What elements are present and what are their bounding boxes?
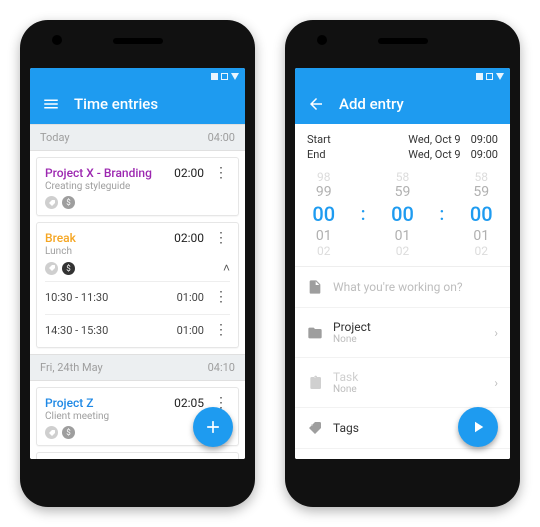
entry-card[interactable]: Super app 01:03 ⋮ Fixing bug #2321 — [36, 452, 239, 459]
section-total: 04:10 — [208, 361, 235, 374]
end-date: Wed, Oct 9 — [408, 148, 460, 161]
screen-left: Time entries Today 04:00 Project X - Bra… — [30, 68, 245, 459]
subentry-range: 14:30 - 15:30 — [45, 324, 108, 337]
description-field[interactable]: What you're working on? — [295, 267, 510, 308]
menu-icon[interactable] — [40, 95, 62, 113]
duration-picker[interactable]: 98 99 00 01 02 : 58 59 00 01 02 : 58 5 — [295, 166, 510, 267]
description-placeholder: What you're working on? — [333, 280, 498, 294]
start-timer-fab[interactable] — [458, 407, 498, 447]
time-range[interactable]: Start Wed, Oct 9 09:00 End Wed, Oct 9 09… — [295, 124, 510, 166]
entry-card[interactable]: Break 02:00 ⋮ Lunch $ ˄ — [36, 222, 239, 348]
task-field: Task None › — [295, 358, 510, 408]
subentry-duration: 01:00 — [177, 324, 204, 337]
screen-right: Add entry Start Wed, Oct 9 09:00 End Wed… — [295, 68, 510, 459]
note-icon — [307, 279, 333, 295]
tag-icon — [307, 420, 333, 436]
entry-title: Break — [45, 231, 76, 245]
page-title: Time entries — [74, 95, 158, 113]
section-label: Today — [40, 131, 70, 144]
task-label: Task — [333, 370, 494, 384]
section-label: Fri, 24th May — [40, 361, 103, 374]
task-value: None — [333, 384, 494, 395]
add-entry-fab[interactable] — [193, 407, 233, 447]
picker-separator: : — [440, 204, 445, 225]
app-bar: Add entry — [295, 84, 510, 124]
section-total: 04:00 — [208, 131, 235, 144]
phone-left: Time entries Today 04:00 Project X - Bra… — [20, 20, 255, 507]
section-header: Today 04:00 — [30, 124, 245, 151]
project-field[interactable]: Project None › — [295, 308, 510, 358]
project-label: Project — [333, 320, 494, 334]
subentry-row[interactable]: 10:30 - 11:30 01:00 ⋮ — [45, 281, 230, 308]
status-icon — [486, 73, 493, 80]
entry-subtitle: Lunch — [45, 246, 230, 257]
status-icon — [496, 73, 504, 80]
status-bar — [295, 68, 510, 84]
status-icon — [231, 73, 239, 80]
picker-separator: : — [361, 204, 366, 225]
status-icon — [211, 73, 218, 80]
entry-title: Project Z — [45, 396, 93, 410]
start-time: 09:00 — [471, 133, 498, 146]
subentry-row[interactable]: 14:30 - 15:30 01:00 ⋮ — [45, 314, 230, 341]
project-value: None — [333, 334, 494, 345]
status-icon — [476, 73, 483, 80]
phone-right: Add entry Start Wed, Oct 9 09:00 End Wed… — [285, 20, 520, 507]
app-bar: Time entries — [30, 84, 245, 124]
collapse-icon[interactable]: ˄ — [223, 261, 230, 275]
seconds-wheel[interactable]: 58 59 00 01 02 — [458, 170, 504, 258]
clipboard-icon — [307, 375, 333, 391]
entry-card[interactable]: Project X - Branding 02:00 ⋮ Creating st… — [36, 157, 239, 216]
more-icon[interactable]: ⋮ — [212, 166, 230, 180]
status-icon — [221, 73, 228, 80]
entry-duration: 02:05 — [174, 396, 204, 410]
minutes-wheel[interactable]: 58 59 00 01 02 — [380, 170, 426, 258]
entry-duration: 02:00 — [174, 166, 204, 180]
status-bar — [30, 68, 245, 84]
back-icon[interactable] — [305, 95, 327, 113]
more-icon[interactable]: ⋮ — [212, 231, 230, 245]
billable-icon: $ — [62, 196, 75, 209]
folder-icon — [307, 325, 333, 341]
hours-wheel[interactable]: 98 99 00 01 02 — [301, 170, 347, 258]
tag-icon — [45, 196, 58, 209]
billable-icon: $ — [62, 426, 75, 439]
entry-title: Project X - Branding — [45, 166, 152, 180]
more-icon[interactable]: ⋮ — [212, 323, 230, 337]
entry-duration: 02:00 — [174, 231, 204, 245]
start-date: Wed, Oct 9 — [408, 133, 460, 146]
start-label: Start — [307, 133, 331, 146]
subentry-duration: 01:00 — [177, 291, 204, 304]
subentry-range: 10:30 - 11:30 — [45, 291, 108, 304]
entry-subtitle: Creating styleguide — [45, 181, 230, 192]
end-label: End — [307, 148, 326, 161]
page-title: Add entry — [339, 95, 404, 113]
more-icon[interactable]: ⋮ — [212, 290, 230, 304]
section-header: Fri, 24th May 04:10 — [30, 354, 245, 381]
tag-icon — [45, 426, 58, 439]
billable-icon: $ — [62, 262, 75, 275]
end-time: 09:00 — [471, 148, 498, 161]
chevron-right-icon: › — [494, 376, 498, 390]
tag-icon — [45, 262, 58, 275]
chevron-right-icon: › — [494, 326, 498, 340]
